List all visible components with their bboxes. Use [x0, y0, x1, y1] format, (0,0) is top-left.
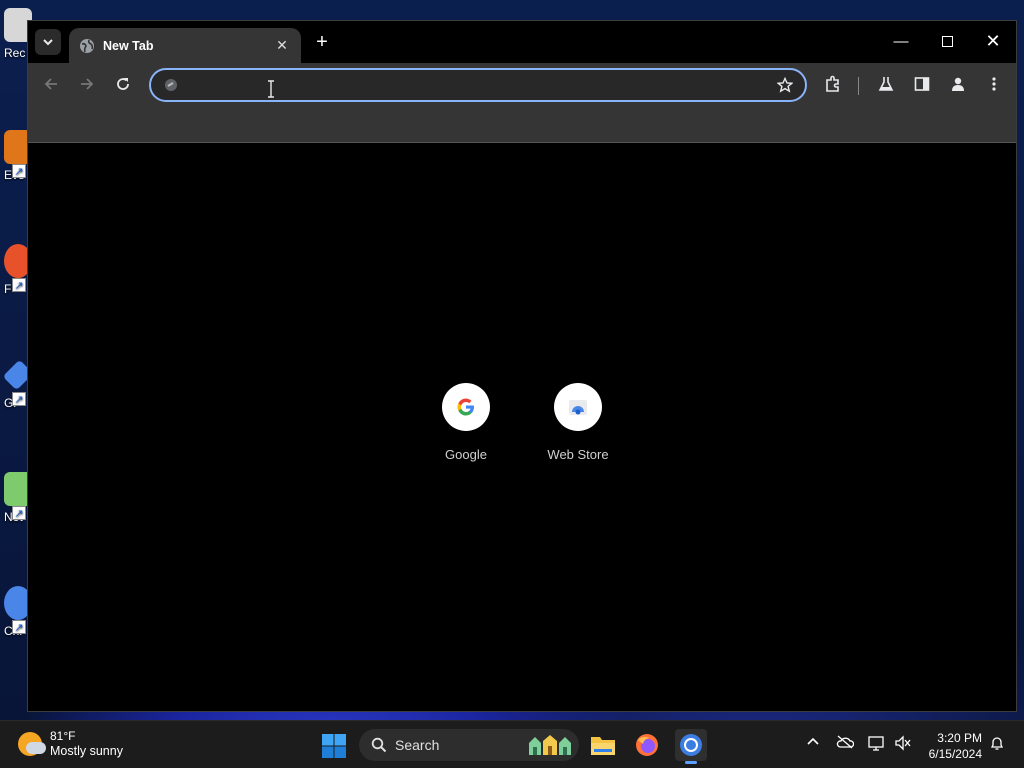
web-store-icon [569, 400, 587, 415]
reload-icon [117, 78, 129, 90]
tab-close-icon[interactable]: ✕ [273, 37, 291, 54]
shortcut-label: Google [445, 447, 487, 462]
tab-title: New Tab [103, 38, 154, 53]
bookmark-star-button[interactable] [765, 77, 805, 93]
network-icon[interactable] [868, 735, 886, 753]
person-icon [952, 77, 964, 91]
shortcut-arrow-icon: ↗ [12, 620, 26, 634]
maximize-button[interactable] [924, 21, 970, 61]
new-tab-page: Google Web Store [28, 143, 1016, 711]
search-highlight-icon [529, 735, 571, 755]
shortcut-web-store[interactable]: Web Store [528, 383, 628, 462]
address-bar[interactable] [149, 68, 807, 102]
side-panel-button[interactable] [909, 71, 935, 97]
reload-button[interactable] [110, 71, 136, 97]
shortcut-arrow-icon: ↗ [12, 392, 26, 406]
show-hidden-icons-chevron-up-icon[interactable] [804, 735, 822, 753]
puzzle-icon [826, 75, 839, 92]
back-button[interactable] [38, 71, 64, 97]
tab-new-tab[interactable]: New Tab ✕ [69, 28, 301, 63]
volume-muted-icon[interactable] [894, 735, 912, 753]
onedrive-offline-icon[interactable] [836, 735, 855, 753]
folder-icon [591, 737, 615, 755]
title-bar: New Tab ✕ + — ✕ [28, 21, 1016, 63]
arrow-right-icon [81, 78, 94, 90]
taskbar-firefox[interactable] [631, 729, 663, 761]
weather-condition: Mostly sunny [50, 744, 123, 758]
search-engine-icon [165, 79, 177, 91]
shortcut-arrow-icon: ↗ [12, 164, 26, 178]
clock-time: 3:20 PM [937, 731, 982, 745]
weather-widget[interactable]: 81°F Mostly sunny [18, 729, 123, 759]
side-panel-icon [914, 77, 930, 91]
notifications-bell-icon[interactable] [988, 735, 1006, 753]
forward-button[interactable] [74, 71, 100, 97]
taskbar-chrome[interactable] [675, 729, 707, 764]
start-button[interactable] [321, 733, 347, 759]
search-label: Search [395, 737, 440, 753]
globe-icon [80, 38, 94, 53]
minimize-button[interactable]: — [878, 21, 924, 61]
star-icon [777, 77, 793, 93]
bookmarks-bar [28, 103, 1016, 143]
maximize-icon [941, 35, 953, 47]
extensions-button[interactable] [820, 71, 846, 97]
more-vert-icon [992, 77, 996, 91]
menu-button[interactable] [981, 71, 1007, 97]
new-tab-button[interactable]: + [311, 31, 333, 53]
taskbar: 81°F Mostly sunny Search 3:20 PM 6/15/20… [0, 720, 1024, 768]
toolbar [28, 63, 1016, 103]
firefox-icon [636, 734, 658, 756]
shortcut-icon-circle [442, 383, 490, 431]
partly-sunny-icon [18, 732, 46, 756]
clock-date: 6/15/2024 [928, 747, 982, 761]
arrow-left-icon [44, 78, 57, 90]
search-icon [371, 737, 387, 753]
flask-icon [878, 77, 894, 91]
chevron-down-icon [43, 39, 53, 46]
browser-window: New Tab ✕ + — ✕ Google Web Store [27, 20, 1017, 712]
shortcut-label: Web Store [547, 447, 609, 462]
profile-button[interactable] [945, 71, 971, 97]
google-g-icon [457, 398, 474, 416]
tab-search-button[interactable] [35, 29, 61, 55]
weather-temp: 81°F [50, 729, 76, 743]
labs-button[interactable] [873, 71, 899, 97]
chrome-icon [680, 734, 702, 756]
close-window-button[interactable]: ✕ [970, 21, 1016, 61]
shortcut-icon-circle [554, 383, 602, 431]
text-cursor-icon [268, 80, 274, 98]
shortcut-google[interactable]: Google [416, 383, 516, 462]
taskbar-search[interactable]: Search [359, 729, 579, 761]
shortcut-arrow-icon: ↗ [12, 506, 26, 520]
shortcut-arrow-icon: ↗ [12, 278, 26, 292]
clock[interactable]: 3:20 PM 6/15/2024 [922, 730, 982, 762]
taskbar-file-explorer[interactable] [587, 729, 619, 761]
toolbar-divider [858, 77, 859, 95]
